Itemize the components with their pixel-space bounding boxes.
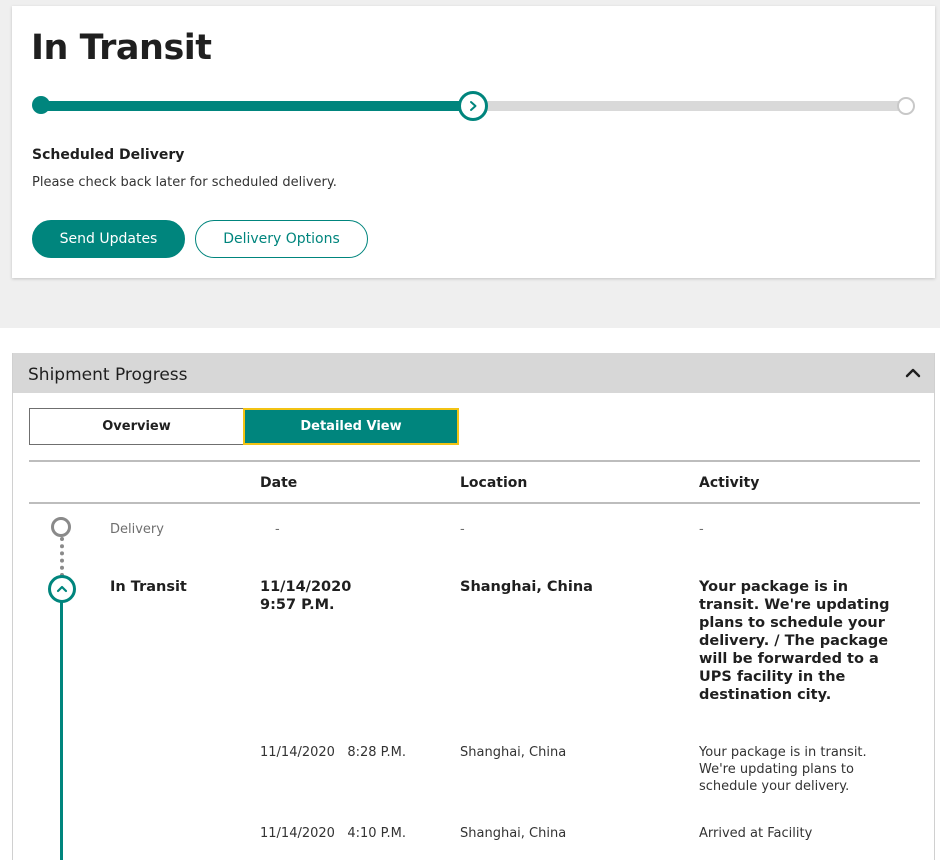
row-date: 11/14/2020 9:57 P.M. [260, 579, 352, 613]
row-activity: - [699, 522, 704, 537]
send-updates-button[interactable]: Send Updates [32, 220, 185, 258]
shipment-progress-title: Shipment Progress [28, 365, 188, 385]
shipment-progress-panel: Shipment Progress Overview Detailed View… [12, 353, 935, 860]
progress-end-dot [897, 97, 915, 115]
delivery-options-button[interactable]: Delivery Options [195, 220, 368, 258]
row-date: 11/14/2020 8:28 P.M. [260, 745, 406, 760]
timeline-dotted-connector [60, 537, 64, 577]
progress-start-dot [32, 96, 50, 114]
row-activity: Your package is in transit. We're updati… [699, 745, 867, 794]
scheduled-delivery-text: Please check back later for scheduled de… [32, 175, 337, 190]
chevron-up-icon[interactable] [904, 366, 922, 380]
table-header-divider [29, 502, 920, 504]
chevron-up-icon [56, 585, 68, 593]
timeline-node-current[interactable] [48, 575, 76, 603]
chevron-right-icon [470, 101, 477, 111]
row-activity: Your package is in transit. We're updati… [699, 579, 890, 703]
row-location: - [460, 522, 465, 537]
row-location: Shanghai, China [460, 579, 593, 595]
progress-bar-fill [40, 101, 473, 111]
scheduled-delivery-heading: Scheduled Delivery [32, 147, 185, 163]
row-location: Shanghai, China [460, 745, 567, 760]
status-title: In Transit [31, 28, 212, 68]
column-header-location: Location [460, 475, 528, 491]
progress-current-marker [458, 91, 488, 121]
row-location: Shanghai, China [460, 826, 567, 841]
shipment-progress-header[interactable]: Shipment Progress [13, 353, 934, 393]
row-date: 11/14/2020 4:10 P.M. [260, 826, 406, 841]
status-card: In Transit Scheduled Delivery Please che… [12, 6, 935, 278]
timeline-line [60, 601, 63, 860]
row-activity: Arrived at Facility [699, 826, 813, 841]
row-date: - [275, 522, 280, 537]
table-top-divider [29, 460, 920, 462]
timeline-node-pending [51, 517, 71, 537]
tab-detailed-view[interactable]: Detailed View [243, 408, 459, 445]
milestone-in-transit: In Transit [110, 579, 187, 595]
milestone-delivery: Delivery [110, 522, 164, 537]
column-header-date: Date [260, 475, 298, 491]
tab-overview[interactable]: Overview [29, 408, 244, 445]
column-header-activity: Activity [699, 475, 760, 491]
